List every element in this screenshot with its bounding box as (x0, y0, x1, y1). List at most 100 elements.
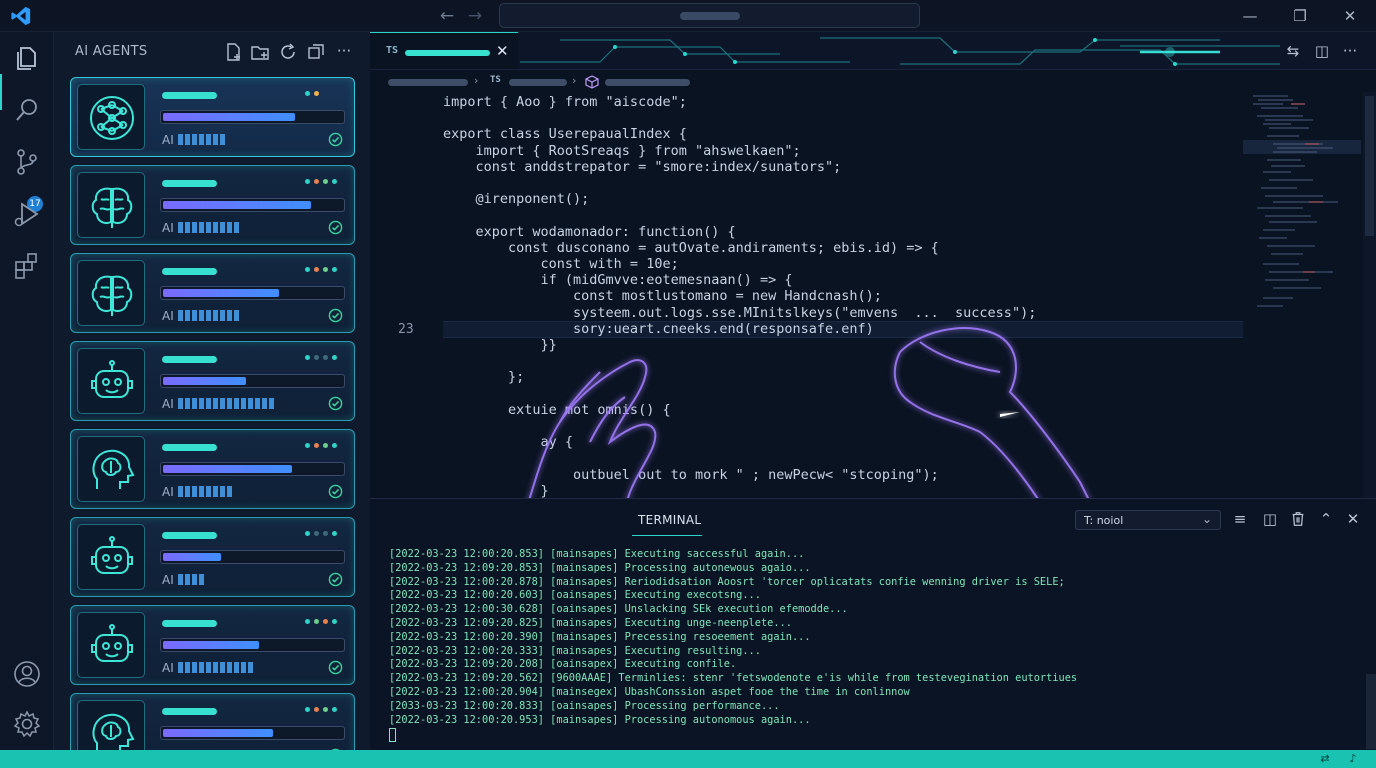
account-icon[interactable] (11, 658, 43, 690)
activity-segment (213, 222, 218, 233)
agent-card[interactable]: AI (70, 253, 355, 333)
activity-segment (178, 574, 183, 585)
status-dot (332, 355, 337, 360)
remote-icon[interactable]: ⇄ (1318, 752, 1332, 766)
activity-segment (192, 398, 197, 409)
terminal-output[interactable]: [2022-03-23 12:00:20.853] [mainsapes] Ex… (389, 548, 1359, 727)
breadcrumb-file[interactable] (509, 79, 567, 86)
code-line: const mostlustomano = new Handcnash(); (443, 288, 882, 305)
close-icon[interactable]: ✕ (1343, 509, 1363, 529)
agent-progress-bar (160, 110, 345, 124)
maximize-button[interactable]: ❐ (1286, 4, 1314, 28)
settings-gear-icon[interactable] (11, 708, 43, 740)
activity-segment (220, 310, 225, 321)
activity-segment (199, 486, 204, 497)
agent-card[interactable]: AI (70, 77, 355, 157)
activity-segment (178, 134, 183, 145)
back-icon[interactable]: ← (436, 6, 458, 26)
forward-icon[interactable]: → (464, 6, 486, 26)
agent-progress-bar (160, 726, 345, 740)
tab-close-icon[interactable]: ✕ (496, 42, 512, 60)
status-dot (332, 531, 337, 536)
terminal-line: [2022-03-23 12:00:20.904] [mainsegex] Ub… (389, 685, 910, 698)
split-lines-icon[interactable]: ≡ (1230, 509, 1250, 529)
activity-segment (206, 310, 211, 321)
agent-status-dots (305, 355, 337, 360)
activity-segment (185, 398, 190, 409)
agent-progress-bar (160, 550, 345, 564)
activity-segment (248, 398, 253, 409)
agent-progress-bar (160, 198, 345, 212)
new-folder-icon[interactable] (250, 42, 270, 62)
explorer-icon[interactable] (11, 42, 43, 74)
terminal-line: [2022-03-23 12:09:20.208] [oainsapex] Ex… (389, 658, 737, 671)
code-line: export wodamonador: function() { (443, 223, 736, 240)
close-window-button[interactable]: ✕ (1336, 4, 1364, 28)
status-dot (323, 267, 328, 272)
extensions-icon[interactable] (11, 250, 43, 282)
minimize-button[interactable]: — (1236, 4, 1264, 28)
activity-segment (220, 662, 225, 673)
source-control-icon[interactable] (11, 146, 43, 178)
status-dot (305, 619, 310, 624)
agent-label: AI (162, 661, 174, 675)
activity-segment (255, 398, 260, 409)
refresh-icon[interactable] (278, 42, 298, 62)
scrollbar-thumb[interactable] (1365, 96, 1374, 236)
code-line: systeem.out.logs.sse.MInitslkeys("emvens… (443, 304, 1037, 321)
agent-activity-meter (178, 310, 239, 321)
circuit-decoration (520, 37, 1280, 66)
agent-card[interactable]: AI (70, 429, 355, 509)
agent-activity-meter (178, 662, 253, 673)
line-number: 23 (398, 322, 414, 337)
agent-name (162, 532, 217, 539)
agent-card[interactable]: AI (70, 341, 355, 421)
breadcrumb-symbol[interactable] (605, 79, 690, 86)
agent-card[interactable]: AI (70, 165, 355, 245)
check-circle-icon (328, 572, 343, 587)
agent-name (162, 356, 217, 363)
breadcrumb: › TS › (370, 72, 1376, 92)
editor-vertical-scrollbar[interactable] (1363, 92, 1376, 498)
code-view[interactable]: 23 import { Aoo } from "aiscode"; export … (370, 92, 1250, 498)
progress-fill (163, 113, 295, 121)
more-icon[interactable]: ··· (1340, 41, 1360, 61)
command-center-search[interactable] (499, 3, 920, 28)
editor-tab-active[interactable]: TS ✕ (370, 32, 518, 69)
agent-card[interactable]: AI (70, 605, 355, 685)
run-debug-icon[interactable] (11, 198, 43, 230)
check-circle-icon (328, 396, 343, 411)
chevron-up-icon[interactable]: ⌃ (1316, 509, 1336, 529)
breadcrumb-folder[interactable] (388, 79, 468, 86)
brain-icon (77, 260, 145, 326)
activity-segment (234, 310, 239, 321)
split-terminal-icon[interactable]: ◫ (1260, 509, 1280, 529)
progress-fill (163, 289, 279, 297)
bell-icon[interactable]: ♪ (1346, 752, 1360, 766)
trash-icon[interactable] (1288, 509, 1308, 529)
agent-card[interactable]: AI (70, 517, 355, 597)
status-dot (314, 443, 319, 448)
status-dot (314, 531, 319, 536)
minimap[interactable] (1243, 92, 1363, 322)
activity-segment (234, 398, 239, 409)
compare-icon[interactable]: ⇆ (1283, 41, 1303, 61)
agent-status-dots (305, 707, 337, 712)
activity-segment (199, 662, 204, 673)
tab-terminal[interactable]: TERMINAL (638, 513, 701, 527)
activity-segment (178, 486, 183, 497)
terminal-select[interactable]: T: noiol ⌄ (1075, 510, 1221, 530)
activity-segment (213, 662, 218, 673)
search-icon[interactable] (11, 94, 43, 126)
more-icon[interactable]: ··· (334, 42, 354, 62)
terminal-line: [2022-03-23 12:09:20.853] [mainsapes] Pr… (389, 561, 811, 574)
glowing-hands-illustration (528, 327, 1090, 498)
terminal-select-value: T: noiol (1084, 514, 1124, 527)
activity-segment (220, 134, 225, 145)
new-file-icon[interactable] (224, 42, 244, 62)
status-dot (305, 443, 310, 448)
terminal-line: [2022-03-23 12:00:20.853] [mainsapes] Ex… (389, 548, 805, 560)
terminal-scrollbar[interactable] (1366, 674, 1376, 749)
split-editor-icon[interactable]: ◫ (1312, 41, 1332, 61)
collapse-all-icon[interactable] (306, 42, 326, 62)
